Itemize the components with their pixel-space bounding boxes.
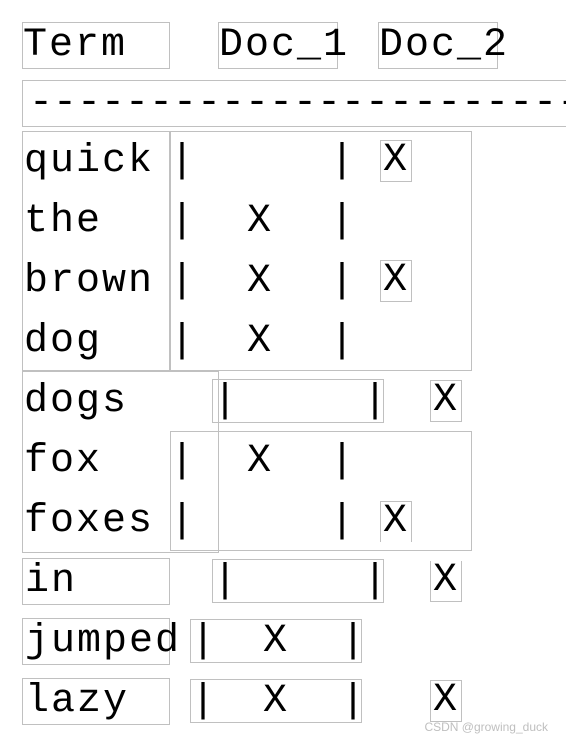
table-row: the | X | <box>22 191 566 251</box>
doc1-cell: X <box>190 259 330 304</box>
table-row: jumped | X | <box>22 611 566 671</box>
separator: | <box>330 199 350 244</box>
separator: | <box>363 379 383 424</box>
term-cell: brown <box>22 259 170 304</box>
separator: | <box>341 679 361 724</box>
doc1-cell: X <box>211 679 341 724</box>
doc1-cell: X <box>190 319 330 364</box>
separator: | <box>170 259 190 304</box>
divider: ------------------------- <box>22 80 566 127</box>
table-row: in | | X <box>22 551 566 611</box>
separator: | <box>213 379 233 424</box>
header-doc2: Doc_2 <box>378 22 498 69</box>
table-row: dogs | | X <box>22 371 566 431</box>
term-cell: fox <box>22 439 170 484</box>
term-cell: the <box>22 199 170 244</box>
separator: | <box>170 319 190 364</box>
table-row: foxes | | X <box>22 491 566 551</box>
doc1-cell: X <box>211 619 341 664</box>
term-doc-table: Term Doc_1 Doc_2 -----------------------… <box>0 0 566 731</box>
separator: | <box>170 199 190 244</box>
separator: | <box>191 679 211 724</box>
term-cell: jumped <box>22 618 170 665</box>
table-row: fox | X | <box>22 431 566 491</box>
separator: | <box>213 559 233 604</box>
separator: | <box>330 499 350 544</box>
doc2-cell: X <box>430 680 462 722</box>
doc2-cell: X <box>430 380 462 422</box>
doc2-cell: X <box>380 501 412 542</box>
separator: | <box>330 259 350 304</box>
table-header: Term Doc_1 Doc_2 <box>22 15 566 75</box>
separator: | <box>191 619 211 664</box>
table-row: dog | X | <box>22 311 566 371</box>
term-cell: quick <box>22 139 170 184</box>
separator: | <box>330 439 350 484</box>
doc2-cell: X <box>380 260 412 302</box>
divider-row: ------------------------- <box>22 75 566 131</box>
term-cell: foxes <box>22 499 170 544</box>
doc1-cell: X <box>190 199 330 244</box>
term-cell: lazy <box>22 678 170 725</box>
term-cell: in <box>22 558 170 605</box>
table-row: quick | | X <box>22 131 566 191</box>
separator: | <box>170 499 190 544</box>
header-doc1: Doc_1 <box>218 22 338 69</box>
header-term: Term <box>22 22 170 69</box>
doc2-cell: X <box>380 140 412 182</box>
separator: | <box>363 559 383 604</box>
table-row: lazy | X | X <box>22 671 566 731</box>
term-cell: dogs <box>22 379 170 424</box>
doc1-cell: X <box>190 439 330 484</box>
separator: | <box>330 139 350 184</box>
separator: | <box>170 439 190 484</box>
table-row: brown | X | X <box>22 251 566 311</box>
separator: | <box>330 319 350 364</box>
separator: | <box>170 139 190 184</box>
doc2-cell: X <box>430 561 462 602</box>
separator: | <box>341 619 361 664</box>
term-cell: dog <box>22 319 170 364</box>
